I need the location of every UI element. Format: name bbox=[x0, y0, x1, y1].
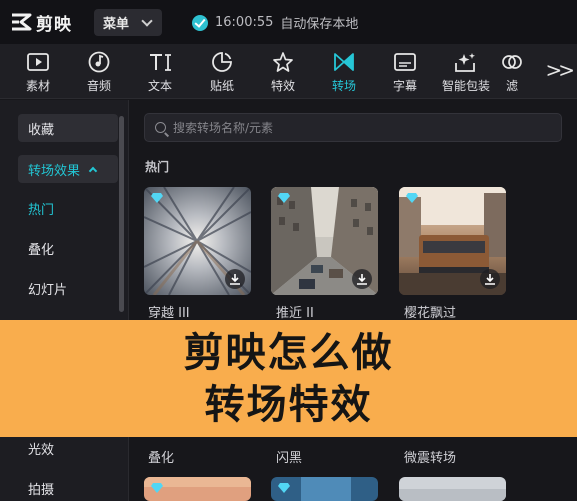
tool-label: 音频 bbox=[86, 79, 111, 93]
status-time: 16:00:55 bbox=[215, 15, 274, 30]
sidebar-item-transition-effects[interactable]: 转场效果 bbox=[18, 155, 118, 183]
tool-effects[interactable]: 特效 bbox=[253, 50, 313, 96]
sidebar-item-label: 叠化 bbox=[28, 242, 55, 258]
diamond-vip-icon bbox=[151, 483, 163, 493]
tool-media[interactable]: 素材 bbox=[8, 50, 68, 96]
transition-card[interactable] bbox=[399, 187, 506, 295]
sidebar-item-label: 拍摄 bbox=[28, 482, 55, 498]
check-circle-icon bbox=[192, 14, 208, 31]
transition-card[interactable] bbox=[271, 477, 378, 501]
status-text: 自动保存本地 bbox=[280, 17, 359, 32]
search-input[interactable] bbox=[173, 120, 553, 135]
sidebar-item-label: 转场效果 bbox=[28, 163, 81, 179]
media-icon bbox=[26, 50, 50, 74]
search-box[interactable] bbox=[144, 113, 562, 142]
tool-label: 文本 bbox=[147, 79, 172, 93]
sidebar-item-slideshow[interactable]: 幻灯片 bbox=[18, 274, 118, 302]
smart-pack-icon bbox=[454, 50, 478, 74]
app-logo: 剪映 bbox=[10, 11, 72, 35]
sticker-icon bbox=[210, 50, 234, 74]
top-bar: 剪映 菜单 16:00:55 自动保存本地 bbox=[0, 0, 577, 44]
card-label: 穿越 III bbox=[148, 306, 190, 321]
filter-icon bbox=[500, 50, 524, 74]
transition-card[interactable] bbox=[144, 187, 251, 295]
tool-audio[interactable]: 音频 bbox=[69, 50, 129, 96]
app-name: 剪映 bbox=[36, 14, 72, 35]
diamond-vip-icon bbox=[406, 193, 418, 203]
effects-icon bbox=[271, 50, 295, 74]
download-icon[interactable] bbox=[352, 269, 372, 289]
tool-subtitle[interactable]: 字幕 bbox=[375, 50, 435, 96]
transition-card[interactable] bbox=[399, 477, 506, 501]
download-icon[interactable] bbox=[225, 269, 245, 289]
subtitle-icon bbox=[393, 50, 417, 74]
capcut-logo-icon bbox=[10, 13, 32, 31]
transition-icon bbox=[332, 50, 356, 74]
download-icon[interactable] bbox=[480, 269, 500, 289]
sidebar-scrollbar[interactable] bbox=[119, 116, 124, 312]
tool-label: 滤 bbox=[505, 79, 518, 93]
sidebar-item-dissolve[interactable]: 叠化 bbox=[18, 234, 118, 262]
sidebar-item-label: 幻灯片 bbox=[28, 282, 68, 298]
sidebar-item-light-effects[interactable]: 光效 bbox=[18, 434, 118, 462]
title-banner: 剪映怎么做 转场特效 bbox=[0, 320, 577, 437]
search-icon bbox=[155, 122, 166, 133]
tool-label: 素材 bbox=[25, 79, 50, 93]
card-label: 推近 II bbox=[276, 306, 314, 321]
sidebar-item-favorites[interactable]: 收藏 bbox=[18, 114, 118, 142]
sidebar-item-label: 热门 bbox=[28, 202, 55, 218]
diamond-vip-icon bbox=[278, 193, 290, 203]
asset-toolbar: 素材 音频 文本 贴纸 特效 转场 字幕 智能包装 滤 >> bbox=[0, 44, 577, 99]
menu-button[interactable]: 菜单 bbox=[94, 9, 162, 36]
card-thumbnail bbox=[399, 477, 506, 501]
tool-label: 智能包装 bbox=[441, 79, 490, 93]
tool-smart-pack[interactable]: 智能包装 bbox=[436, 50, 496, 96]
sidebar-item-label: 光效 bbox=[28, 442, 55, 458]
section-title: 热门 bbox=[145, 160, 170, 174]
transition-card[interactable] bbox=[271, 187, 378, 295]
diamond-vip-icon bbox=[151, 193, 163, 203]
sidebar-item-shooting[interactable]: 拍摄 bbox=[18, 474, 118, 501]
card-label: 微震转场 bbox=[404, 451, 457, 466]
chevron-up-icon bbox=[88, 166, 98, 175]
audio-icon bbox=[87, 50, 111, 74]
banner-line-2: 转场特效 bbox=[204, 381, 373, 428]
transition-card[interactable] bbox=[144, 477, 251, 501]
card-label: 樱花飘过 bbox=[404, 306, 457, 321]
tool-text[interactable]: 文本 bbox=[130, 50, 190, 96]
tool-label: 转场 bbox=[331, 79, 356, 93]
diamond-vip-icon bbox=[278, 483, 290, 493]
card-label: 叠化 bbox=[148, 451, 175, 466]
sidebar-item-label: 收藏 bbox=[28, 122, 55, 138]
transition-library: 热门 穿越 III bbox=[130, 100, 577, 501]
menu-label: 菜单 bbox=[103, 17, 130, 32]
tool-label: 贴纸 bbox=[209, 79, 234, 93]
tool-label: 字幕 bbox=[392, 79, 417, 93]
tool-transition[interactable]: 转场 bbox=[314, 50, 374, 96]
tool-filter[interactable]: 滤 bbox=[497, 50, 527, 96]
card-label: 闪黑 bbox=[276, 451, 303, 466]
tool-sticker[interactable]: 贴纸 bbox=[192, 50, 252, 96]
tool-label: 特效 bbox=[270, 79, 295, 93]
chevron-down-icon bbox=[141, 14, 153, 27]
autosave-status: 16:00:55 自动保存本地 bbox=[192, 13, 358, 32]
category-sidebar: 收藏 转场效果 热门 叠化 幻灯片 运镜 光效 拍摄 bbox=[0, 100, 129, 501]
more-tools-button[interactable]: >> bbox=[545, 58, 574, 82]
sidebar-item-hot[interactable]: 热门 bbox=[18, 194, 118, 222]
banner-line-1: 剪映怎么做 bbox=[183, 329, 394, 376]
text-icon bbox=[148, 50, 172, 74]
